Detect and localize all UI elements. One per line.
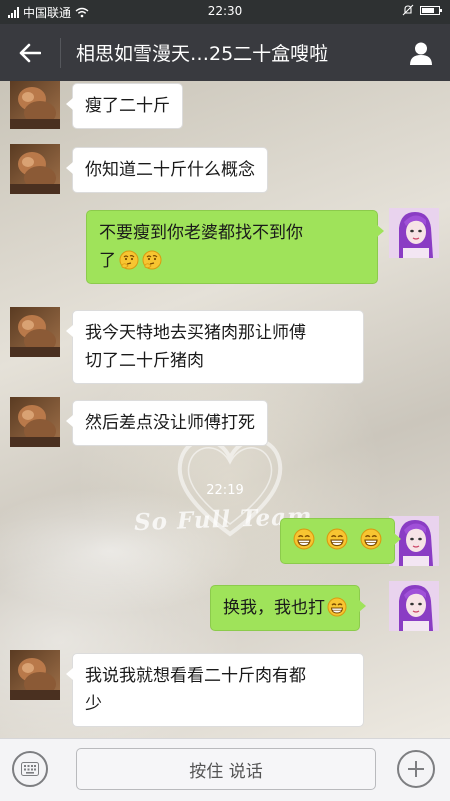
input-bar: 按住 说话 xyxy=(0,738,450,801)
message-text: 你知道二十斤什么概念 xyxy=(85,160,255,180)
contact-avatar[interactable] xyxy=(10,397,60,447)
chat-header: 相思如雪漫天…25二十盒嗖啦 xyxy=(0,24,450,81)
my-avatar[interactable] xyxy=(389,208,439,258)
thinking-emoji-icon xyxy=(142,250,162,270)
chat-area[interactable]: So Full Team 22:19 瘦了二十斤 你知道二十斤什么概念 不要瘦到… xyxy=(0,81,450,738)
message-bubble-outgoing[interactable]: 换我，我也打 xyxy=(210,585,366,631)
message-text-line: 了 xyxy=(99,247,365,275)
arrow-left-icon xyxy=(19,43,41,63)
my-avatar[interactable] xyxy=(389,581,439,631)
message-text-line: 少 xyxy=(85,694,102,714)
message-bubble-outgoing[interactable] xyxy=(280,518,401,564)
thinking-emoji-icon xyxy=(119,250,139,270)
grinning-emoji-icon xyxy=(326,528,348,550)
message-bubble-incoming[interactable]: 我今天特地去买猪肉那让师傅 切了二十斤猪肉 xyxy=(66,310,364,384)
person-icon xyxy=(410,42,432,65)
status-time: 22:30 xyxy=(207,4,243,18)
message-bubble-incoming[interactable]: 然后差点没让师傅打死 xyxy=(66,400,268,446)
message-text: 了 xyxy=(99,251,116,271)
grinning-emoji-icon xyxy=(360,528,382,550)
grinning-emoji-icon xyxy=(327,597,347,617)
message-text-line: 不要瘦到你老婆都找不到你 xyxy=(99,223,303,243)
message-bubble-incoming[interactable]: 瘦了二十斤 xyxy=(66,83,183,129)
grinning-emoji-icon xyxy=(293,528,315,550)
status-bar: 中国联通 22:30 xyxy=(0,0,450,24)
contact-avatar[interactable] xyxy=(10,81,60,129)
message-bubble-incoming[interactable]: 我说我就想看看二十斤肉有都 少 xyxy=(66,653,364,727)
message-text: 瘦了二十斤 xyxy=(85,96,170,116)
message-bubble-incoming[interactable]: 你知道二十斤什么概念 xyxy=(66,147,268,193)
keyboard-icon xyxy=(21,762,39,776)
chat-title: 相思如雪漫天…25二十盒嗖啦 xyxy=(76,43,329,65)
status-right xyxy=(402,4,442,16)
mute-bell-icon xyxy=(402,4,414,16)
battery-icon xyxy=(420,5,442,15)
message-text-line: 我说我就想看看二十斤肉有都 xyxy=(85,666,306,686)
header-divider xyxy=(60,38,61,68)
message-text: 然后差点没让师傅打死 xyxy=(85,413,255,433)
message-timestamp: 22:19 xyxy=(206,483,244,498)
message-text-line: 切了二十斤猪肉 xyxy=(85,351,204,371)
contact-avatar[interactable] xyxy=(10,144,60,194)
chat-info-button[interactable] xyxy=(404,36,438,70)
message-bubble-outgoing[interactable]: 不要瘦到你老婆都找不到你 了 xyxy=(86,210,384,284)
plus-icon xyxy=(408,761,424,777)
contact-avatar[interactable] xyxy=(10,650,60,700)
contact-avatar[interactable] xyxy=(10,307,60,357)
hold-to-talk-button[interactable]: 按住 说话 xyxy=(76,748,376,790)
message-text: 换我，我也打 xyxy=(223,598,325,618)
message-text-line: 我今天特地去买猪肉那让师傅 xyxy=(85,323,306,343)
keyboard-toggle-button[interactable] xyxy=(12,751,48,787)
more-options-button[interactable] xyxy=(397,750,435,788)
back-button[interactable] xyxy=(10,34,50,72)
